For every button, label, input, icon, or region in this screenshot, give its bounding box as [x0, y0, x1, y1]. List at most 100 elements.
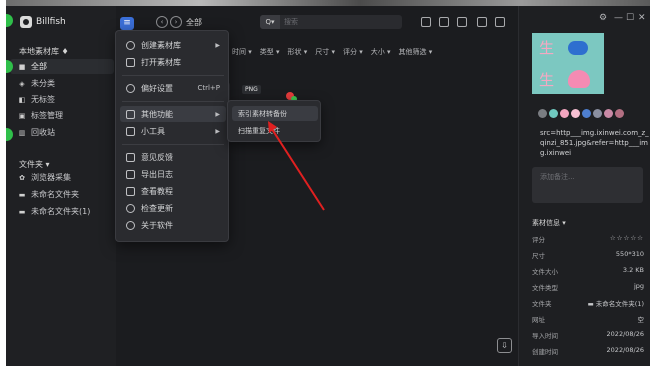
menu-item-label: 查看教程 [141, 186, 173, 196]
submenu-item-index-to-backup[interactable]: 索引素材转备份 [232, 106, 318, 121]
breadcrumb: 全部 [186, 18, 202, 27]
sidebar-item-all[interactable]: ■ 全部 [10, 59, 114, 74]
info-icon [126, 220, 135, 230]
shortcut-label: Ctrl+P [197, 84, 220, 92]
apps-icon [126, 109, 135, 119]
monitor-icon[interactable] [457, 17, 467, 27]
grid-icon: ■ [18, 62, 26, 71]
search-scope-button[interactable]: Q▾ [260, 15, 280, 29]
filter-shape[interactable]: 形状 ▾ [288, 47, 308, 57]
menu-item-label: 意见反馈 [141, 152, 173, 162]
menu-item-check-update[interactable]: 检查更新 [120, 200, 226, 216]
folder-link[interactable]: ▬ 未命名文件夹(1) [588, 298, 644, 308]
color-swatch[interactable] [549, 109, 558, 118]
info-key: 尺寸 [532, 252, 545, 260]
brand: Billfish [20, 16, 66, 28]
color-swatch[interactable] [560, 109, 569, 118]
add-window-icon[interactable] [477, 17, 487, 27]
chevron-left-icon: ‹ [160, 18, 164, 26]
calendar-icon [126, 169, 135, 179]
info-key: 文件大小 [532, 268, 558, 276]
color-swatch[interactable] [593, 109, 602, 118]
filter-filesize[interactable]: 大小 ▾ [371, 47, 391, 57]
folder-item-label: 浏览器采集 [31, 173, 71, 182]
info-row-filesize: 文件大小 3.2 KB [532, 266, 644, 278]
app-window: Billfish 本地素材库 ♦ ■ 全部 ◈ 未分类 ◧ 无标签 ▣ 标签管理… [6, 0, 650, 366]
info-value[interactable]: 空 [638, 314, 645, 324]
no-tag-icon: ◧ [18, 95, 26, 104]
menu-item-about[interactable]: 关于软件 [120, 217, 226, 233]
chevron-right-icon: ▶ [215, 127, 220, 135]
submenu-item-scan-duplicates[interactable]: 扫描重复文件 [232, 123, 318, 138]
info-key: 网址 [532, 316, 545, 324]
filter-size[interactable]: 尺寸 ▾ [315, 47, 335, 57]
settings-icon[interactable]: ⚙ [599, 13, 607, 23]
filter-rating[interactable]: 评分 ▾ [343, 47, 363, 57]
menu-item-open-library[interactable]: 打开素材库 [120, 54, 226, 70]
menu-divider [122, 144, 224, 145]
menu-item-export-log[interactable]: 导出日志 [120, 166, 226, 182]
preview-glyph: 生 [539, 39, 555, 57]
menu-item-label: 偏好设置 [141, 83, 173, 93]
minimize-icon[interactable]: — [614, 13, 623, 23]
search-input[interactable] [280, 18, 402, 26]
sidebar-item-uncategorized[interactable]: ◈ 未分类 [10, 76, 114, 91]
menu-item-tools[interactable]: 小工具 ▶ [120, 123, 226, 139]
filter-other[interactable]: 其他筛选 ▾ [399, 47, 433, 57]
maximize-icon[interactable]: ☐ [626, 13, 634, 23]
library-selector[interactable]: 本地素材库 ♦ [19, 46, 69, 57]
color-swatch[interactable] [571, 109, 580, 118]
info-key: 导入时间 [532, 332, 558, 340]
info-row-rating: 评分 ☆☆☆☆☆ [532, 234, 644, 246]
menu-item-feedback[interactable]: 意见反馈 [120, 149, 226, 165]
back-button[interactable]: ‹ [156, 16, 168, 28]
folders-header[interactable]: 文件夹 ▾ [19, 159, 50, 170]
menu-item-other-features[interactable]: 其他功能 ▶ [120, 106, 226, 122]
color-swatches [538, 109, 624, 118]
filter-time[interactable]: 时间 ▾ [232, 47, 252, 57]
menu-divider [122, 101, 224, 102]
sidebar-item-tag-manage[interactable]: ▣ 标签管理 [10, 108, 114, 123]
close-icon[interactable]: ✕ [638, 13, 646, 23]
import-button[interactable]: ⇩ [497, 338, 512, 353]
sidebar-item-no-tag[interactable]: ◧ 无标签 [10, 92, 114, 107]
sidebar-item-label: 回收站 [31, 128, 55, 137]
info-row-import-time: 导入时间 2022/08/26 [532, 330, 644, 342]
rating-stars[interactable]: ☆☆☆☆☆ [610, 234, 644, 242]
asset-info-header[interactable]: 素材信息 ▾ [532, 218, 566, 228]
sidebar-toggle-icon[interactable] [439, 17, 449, 27]
other-features-submenu: 索引素材转备份 扫描重复文件 [227, 100, 321, 142]
layout-icon[interactable] [421, 17, 431, 27]
menu-item-preferences[interactable]: 偏好设置 Ctrl+P [120, 80, 226, 96]
menu-item-label: 创建素材库 [141, 40, 181, 50]
grid-view-icon[interactable] [495, 17, 505, 27]
filter-bar: 时间 ▾ 类型 ▾ 形状 ▾ 尺寸 ▾ 评分 ▾ 大小 ▾ 其他筛选 ▾ [232, 47, 432, 57]
menu-item-label: 小工具 [141, 126, 165, 136]
source-url[interactable]: src=http___img.ixinwei.com_z_qinzi_851.j… [540, 128, 650, 158]
info-value: 3.2 KB [622, 266, 644, 274]
note-input[interactable] [532, 167, 643, 203]
menu-item-tutorial[interactable]: 查看教程 [120, 183, 226, 199]
sidebar-item-trash[interactable]: ▥ 回收站 [10, 125, 114, 140]
filter-type[interactable]: 类型 ▾ [260, 47, 280, 57]
color-swatch[interactable] [615, 109, 624, 118]
preview-graphic [568, 41, 588, 55]
folder-item-unnamed-1[interactable]: ▬ 未命名文件夹(1) [10, 204, 114, 219]
folder-item-browser[interactable]: ✿ 浏览器采集 [10, 170, 114, 185]
info-key: 文件类型 [532, 284, 558, 292]
chevron-right-icon: ▶ [215, 41, 220, 49]
menu-item-label: 关于软件 [141, 220, 173, 230]
search-box: Q▾ [260, 15, 402, 29]
folder-item-unnamed[interactable]: ▬ 未命名文件夹 [10, 187, 114, 202]
color-swatch[interactable] [538, 109, 547, 118]
sidebar: Billfish 本地素材库 ♦ ■ 全部 ◈ 未分类 ◧ 无标签 ▣ 标签管理… [6, 6, 116, 366]
menu-item-create-library[interactable]: 创建素材库 ▶ [120, 37, 226, 53]
forward-button[interactable]: › [170, 16, 182, 28]
color-swatch[interactable] [604, 109, 613, 118]
preview-graphic [568, 70, 590, 88]
cube-icon [126, 40, 135, 50]
app-name: Billfish [36, 17, 66, 27]
color-swatch[interactable] [582, 109, 591, 118]
main-menu: 创建素材库 ▶ 打开素材库 偏好设置 Ctrl+P 其他功能 ▶ 小工具 ▶ 意… [115, 30, 229, 242]
sidebar-item-label: 无标签 [31, 95, 55, 104]
